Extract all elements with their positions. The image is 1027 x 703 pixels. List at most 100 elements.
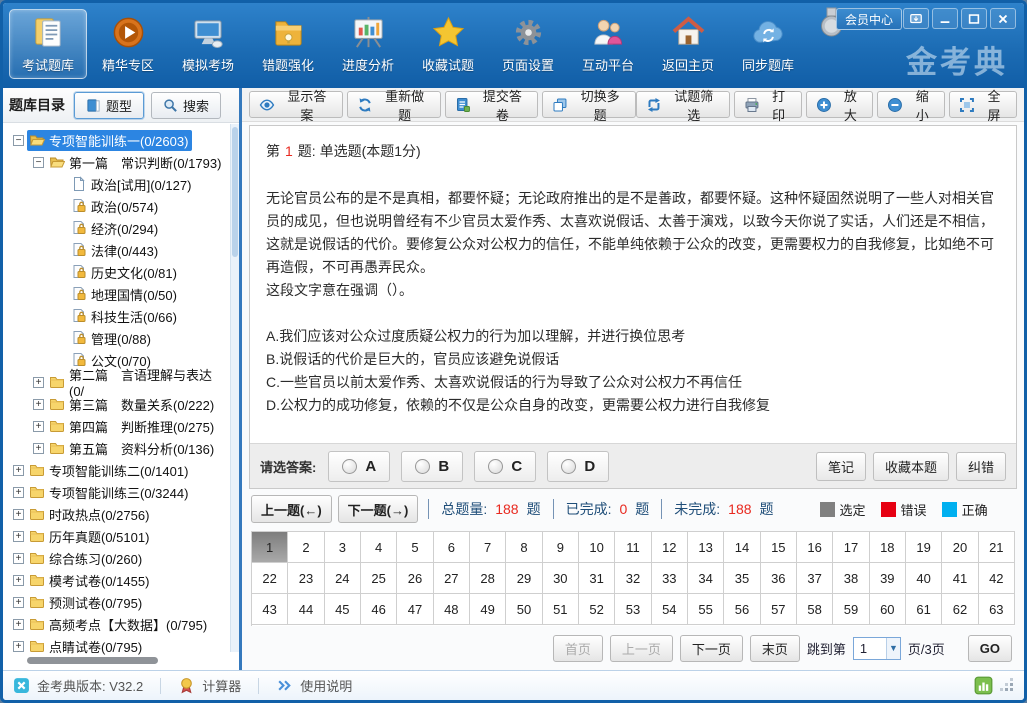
question-number-cell[interactable]: 10 xyxy=(579,532,615,563)
tree-expander[interactable] xyxy=(13,487,24,498)
tree-item[interactable]: 时政热点(0/2756) xyxy=(11,503,229,525)
top-nav-item[interactable]: 页面设置 xyxy=(489,9,567,79)
resize-grip[interactable] xyxy=(1002,680,1014,692)
question-number-cell[interactable]: 63 xyxy=(979,594,1015,625)
question-number-cell[interactable]: 51 xyxy=(543,594,579,625)
question-number-cell[interactable]: 54 xyxy=(652,594,688,625)
minimize-button[interactable] xyxy=(932,8,958,29)
question-number-cell[interactable]: 36 xyxy=(761,563,797,594)
answer-choice-button[interactable]: D xyxy=(547,451,609,482)
tree-item[interactable]: 综合练习(0/260) xyxy=(11,547,229,569)
question-number-cell[interactable]: 37 xyxy=(797,563,833,594)
question-number-cell[interactable]: 28 xyxy=(470,563,506,594)
question-number-cell[interactable]: 52 xyxy=(579,594,615,625)
top-nav-item[interactable]: 进度分析 xyxy=(329,9,407,79)
first-page-button[interactable]: 首页 xyxy=(553,635,603,662)
question-number-cell[interactable]: 21 xyxy=(979,532,1015,563)
top-nav-item[interactable]: 考试题库 xyxy=(9,9,87,79)
close-button[interactable] xyxy=(990,8,1016,29)
tree-item[interactable]: 法律(0/443) xyxy=(11,239,229,261)
question-number-cell[interactable]: 14 xyxy=(724,532,760,563)
tree-item[interactable]: 高频考点【大数据】(0/795) xyxy=(11,613,229,635)
question-number-cell[interactable]: 40 xyxy=(906,563,942,594)
question-number-cell[interactable]: 12 xyxy=(652,532,688,563)
question-number-cell[interactable]: 15 xyxy=(761,532,797,563)
tree-expander[interactable] xyxy=(33,443,44,454)
top-nav-item[interactable]: 错题强化 xyxy=(249,9,327,79)
question-number-cell[interactable]: 35 xyxy=(724,563,760,594)
tree-expander[interactable] xyxy=(33,399,44,410)
minimize-to-tray-button[interactable] xyxy=(903,8,929,29)
question-number-cell[interactable]: 33 xyxy=(652,563,688,594)
question-number-cell[interactable]: 29 xyxy=(506,563,542,594)
question-number-cell[interactable]: 46 xyxy=(361,594,397,625)
question-number-cell[interactable]: 42 xyxy=(979,563,1015,594)
question-number-cell[interactable]: 2 xyxy=(288,532,324,563)
question-number-cell[interactable]: 53 xyxy=(615,594,651,625)
tree-expander[interactable] xyxy=(13,135,24,146)
tree-item[interactable]: 经济(0/294) xyxy=(11,217,229,239)
tree-expander[interactable] xyxy=(33,157,44,168)
search-button[interactable]: 搜索 xyxy=(151,92,221,119)
question-number-cell[interactable]: 44 xyxy=(288,594,324,625)
toolbar-button[interactable]: 显示答案 xyxy=(249,91,343,118)
toolbar-button[interactable]: 缩小 xyxy=(877,91,945,118)
question-number-cell[interactable]: 62 xyxy=(942,594,978,625)
tree-expander[interactable] xyxy=(13,597,24,608)
answer-choice-button[interactable]: B xyxy=(401,451,463,482)
tree-expander[interactable] xyxy=(13,575,24,586)
question-action-button[interactable]: 笔记 xyxy=(816,452,866,481)
answer-choice-button[interactable]: A xyxy=(328,451,390,482)
top-nav-item[interactable]: 互动平台 xyxy=(569,9,647,79)
question-number-cell[interactable]: 45 xyxy=(325,594,361,625)
question-number-cell[interactable]: 27 xyxy=(434,563,470,594)
tree-expander[interactable] xyxy=(13,465,24,476)
tree-item[interactable]: 政治(0/574) xyxy=(11,195,229,217)
question-number-cell[interactable]: 49 xyxy=(470,594,506,625)
tree-item[interactable]: 第二篇 言语理解与表达(0/ xyxy=(11,371,229,393)
next-page-button[interactable]: 下一页 xyxy=(680,635,743,662)
top-nav-item[interactable]: 模拟考场 xyxy=(169,9,247,79)
question-number-cell[interactable]: 23 xyxy=(288,563,324,594)
question-number-cell[interactable]: 13 xyxy=(688,532,724,563)
question-number-cell[interactable]: 59 xyxy=(833,594,869,625)
calculator-link[interactable]: 计算器 xyxy=(178,676,241,695)
answer-choice-button[interactable]: C xyxy=(474,451,536,482)
prev-page-button[interactable]: 上一页 xyxy=(610,635,673,662)
scrollbar-thumb[interactable] xyxy=(232,127,238,257)
question-number-cell[interactable]: 5 xyxy=(397,532,433,563)
question-number-cell[interactable]: 43 xyxy=(252,594,288,625)
tree-expander[interactable] xyxy=(13,509,24,520)
tree-item[interactable]: 科技生活(0/66) xyxy=(11,305,229,327)
question-number-cell[interactable]: 31 xyxy=(579,563,615,594)
question-number-cell[interactable]: 58 xyxy=(797,594,833,625)
tree-expander[interactable] xyxy=(33,377,44,388)
question-number-cell[interactable]: 11 xyxy=(615,532,651,563)
tree-item[interactable]: 管理(0/88) xyxy=(11,327,229,349)
page-select[interactable]: 1 ▼ xyxy=(853,637,901,660)
question-number-cell[interactable]: 48 xyxy=(434,594,470,625)
question-number-cell[interactable]: 18 xyxy=(870,532,906,563)
question-number-cell[interactable]: 22 xyxy=(252,563,288,594)
question-number-cell[interactable]: 19 xyxy=(906,532,942,563)
question-number-cell[interactable]: 47 xyxy=(397,594,433,625)
member-center-button[interactable]: 会员中心 xyxy=(836,8,902,30)
next-question-button[interactable]: 下一题(→) xyxy=(338,495,419,523)
sidebar-horizontal-scrollbar[interactable] xyxy=(11,657,223,665)
tree-item[interactable]: 第四篇 判断推理(0/275) xyxy=(11,415,229,437)
tree-item[interactable]: 历史文化(0/81) xyxy=(11,261,229,283)
tree-item[interactable]: 专项智能训练二(0/1401) xyxy=(11,459,229,481)
last-page-button[interactable]: 末页 xyxy=(750,635,800,662)
tree-item[interactable]: 第三篇 数量关系(0/222) xyxy=(11,393,229,415)
scrollbar-thumb[interactable] xyxy=(27,657,158,664)
help-link[interactable]: 使用说明 xyxy=(276,676,352,695)
question-number-cell[interactable]: 39 xyxy=(870,563,906,594)
tree-item[interactable]: 第五篇 资料分析(0/136) xyxy=(11,437,229,459)
question-number-cell[interactable]: 1 xyxy=(252,532,288,563)
tree-item[interactable]: 专项智能训练一(0/2603) xyxy=(11,129,229,151)
question-type-button[interactable]: 题型 xyxy=(74,92,144,119)
tree-item[interactable]: 模考试卷(0/1455) xyxy=(11,569,229,591)
question-number-cell[interactable]: 25 xyxy=(361,563,397,594)
tree-item[interactable]: 地理国情(0/50) xyxy=(11,283,229,305)
question-number-cell[interactable]: 8 xyxy=(506,532,542,563)
